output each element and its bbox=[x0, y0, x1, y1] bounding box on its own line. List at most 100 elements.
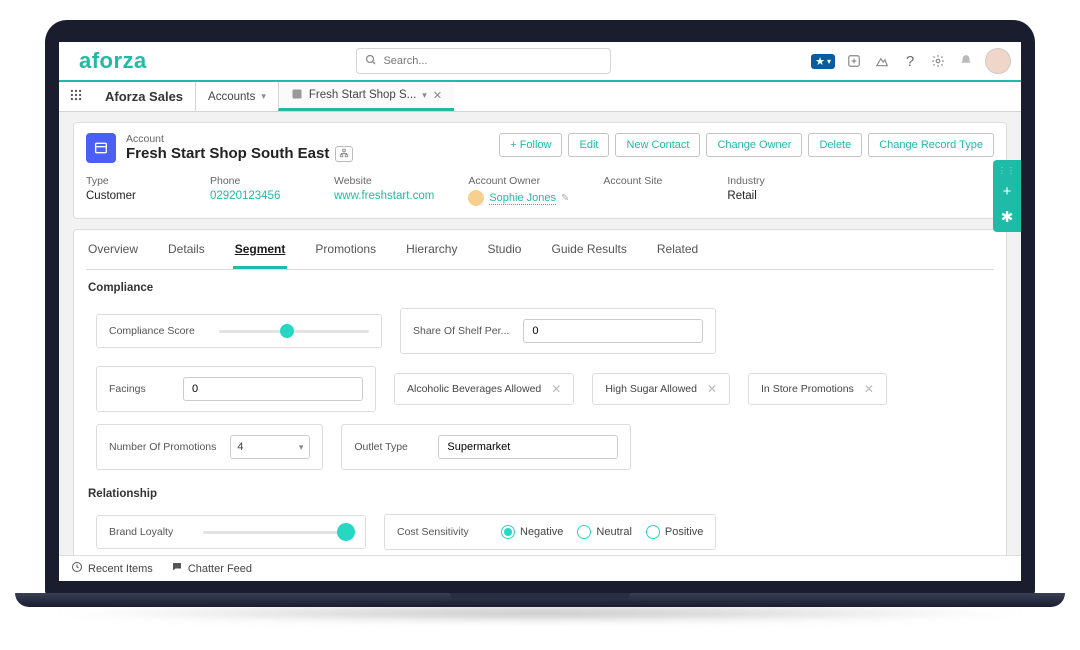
add-segment-icon[interactable]: + bbox=[1003, 183, 1012, 200]
tag-label: Alcoholic Beverages Allowed bbox=[407, 383, 541, 395]
tab-overview[interactable]: Overview bbox=[86, 230, 140, 269]
outlet-type-input[interactable] bbox=[438, 435, 618, 459]
settings-icon[interactable] bbox=[929, 52, 947, 70]
field-value-phone[interactable]: 02920123456 bbox=[210, 190, 300, 202]
field-compliance-score: Compliance Score bbox=[96, 314, 382, 348]
field-brand-loyalty: Brand Loyalty bbox=[96, 515, 366, 549]
field-share-of-shelf: Share Of Shelf Per... bbox=[400, 308, 716, 354]
section-relationship: Relationship bbox=[88, 488, 992, 500]
brand-logo: aforza bbox=[69, 48, 157, 74]
tab-studio[interactable]: Studio bbox=[485, 230, 523, 269]
field-num-promotions: Number Of Promotions 4 ▾ bbox=[96, 424, 323, 470]
field-cost-sensitivity: Cost Sensitivity Negative Neutral Positi… bbox=[384, 514, 716, 550]
chevron-down-icon: ▾ bbox=[261, 91, 266, 102]
field-label: Number Of Promotions bbox=[109, 441, 216, 453]
change-owner-icon[interactable]: ✎ bbox=[561, 193, 569, 204]
account-icon bbox=[86, 133, 116, 163]
field-label: Cost Sensitivity bbox=[397, 526, 487, 538]
utility-bar: Recent Items Chatter Feed bbox=[59, 555, 1021, 581]
object-type-label: Account bbox=[126, 133, 489, 145]
remove-tag-icon[interactable]: ✕ bbox=[707, 382, 717, 396]
tag-label: High Sugar Allowed bbox=[605, 383, 697, 395]
app-name: Aforza Sales bbox=[93, 89, 195, 104]
share-of-shelf-input[interactable] bbox=[523, 319, 703, 343]
recent-items-button[interactable]: Recent Items bbox=[71, 561, 153, 576]
field-label-website: Website bbox=[334, 175, 434, 187]
tab-promotions[interactable]: Promotions bbox=[313, 230, 378, 269]
chevron-down-icon: ▾ bbox=[299, 442, 304, 453]
nav-tabbar: Aforza Sales Accounts ▾ Fresh Start Shop… bbox=[59, 82, 1021, 112]
hierarchy-icon[interactable] bbox=[335, 146, 353, 162]
chevron-down-icon: ▾ bbox=[422, 90, 427, 101]
user-avatar[interactable] bbox=[985, 48, 1011, 74]
drag-handle-icon[interactable]: ⋮⋮ bbox=[998, 166, 1016, 175]
field-label: Brand Loyalty bbox=[109, 526, 189, 538]
field-label-phone: Phone bbox=[210, 175, 300, 187]
tag-in-store-promotions: In Store Promotions ✕ bbox=[748, 373, 887, 405]
chatter-icon bbox=[171, 561, 183, 576]
close-icon[interactable]: ✕ bbox=[433, 89, 442, 102]
select-value: 4 bbox=[237, 441, 243, 453]
field-label-industry: Industry bbox=[727, 175, 817, 187]
field-value-industry: Retail bbox=[727, 190, 817, 202]
tab-hierarchy[interactable]: Hierarchy bbox=[404, 230, 459, 269]
nav-label: Fresh Start Shop S... bbox=[309, 89, 416, 101]
right-utility-rail: ⋮⋮ + ✱ bbox=[993, 160, 1021, 232]
search-icon bbox=[365, 54, 377, 69]
facings-input[interactable] bbox=[183, 377, 363, 401]
clock-icon bbox=[71, 561, 83, 576]
owner-avatar bbox=[468, 190, 484, 206]
tab-segment[interactable]: Segment bbox=[233, 230, 288, 269]
trailhead-icon[interactable] bbox=[873, 52, 891, 70]
change-owner-button[interactable]: Change Owner bbox=[706, 133, 802, 157]
field-label-site: Account Site bbox=[603, 175, 693, 187]
field-label: Outlet Type bbox=[354, 441, 424, 453]
radio-cost-positive[interactable]: Positive bbox=[646, 525, 704, 539]
add-icon[interactable] bbox=[845, 52, 863, 70]
follow-button[interactable]: Follow bbox=[499, 133, 562, 157]
field-facings: Facings bbox=[96, 366, 376, 412]
global-header: aforza Search... ★▾ ? bbox=[59, 42, 1021, 82]
tag-high-sugar: High Sugar Allowed ✕ bbox=[592, 373, 730, 405]
app-launcher-icon[interactable] bbox=[59, 88, 93, 105]
field-label-type: Type bbox=[86, 175, 176, 187]
favorites-button[interactable]: ★▾ bbox=[811, 54, 835, 69]
notifications-icon[interactable] bbox=[957, 52, 975, 70]
remove-tag-icon[interactable]: ✕ bbox=[551, 382, 561, 396]
nav-tab-active[interactable]: Fresh Start Shop S... ▾ ✕ bbox=[278, 82, 454, 111]
tab-related[interactable]: Related bbox=[655, 230, 700, 269]
field-label: Compliance Score bbox=[109, 325, 205, 337]
field-label: Facings bbox=[109, 383, 169, 395]
tag-label: In Store Promotions bbox=[761, 383, 854, 395]
new-contact-button[interactable]: New Contact bbox=[615, 133, 700, 157]
field-outlet-type: Outlet Type bbox=[341, 424, 631, 470]
page-title: Fresh Start Shop South East bbox=[126, 145, 329, 162]
edit-button[interactable]: Edit bbox=[568, 133, 609, 157]
record-icon bbox=[291, 88, 303, 103]
expand-icon[interactable]: ✱ bbox=[1001, 208, 1014, 226]
field-value-website[interactable]: www.freshstart.com bbox=[334, 190, 434, 202]
field-value-type: Customer bbox=[86, 190, 176, 202]
field-label: Share Of Shelf Per... bbox=[413, 325, 509, 337]
owner-link[interactable]: Sophie Jones bbox=[489, 192, 556, 205]
nav-accounts[interactable]: Accounts ▾ bbox=[195, 82, 278, 111]
section-compliance: Compliance bbox=[88, 282, 992, 294]
delete-button[interactable]: Delete bbox=[808, 133, 862, 157]
radio-cost-neutral[interactable]: Neutral bbox=[577, 525, 631, 539]
brand-loyalty-slider[interactable] bbox=[203, 531, 353, 534]
num-promotions-select[interactable]: 4 ▾ bbox=[230, 435, 310, 459]
chatter-feed-button[interactable]: Chatter Feed bbox=[171, 561, 252, 576]
remove-tag-icon[interactable]: ✕ bbox=[864, 382, 874, 396]
field-label-owner: Account Owner bbox=[468, 175, 569, 187]
tag-alcoholic-beverages: Alcoholic Beverages Allowed ✕ bbox=[394, 373, 574, 405]
search-placeholder: Search... bbox=[383, 55, 427, 67]
nav-label: Accounts bbox=[208, 91, 255, 103]
radio-cost-negative[interactable]: Negative bbox=[501, 525, 563, 539]
tab-details[interactable]: Details bbox=[166, 230, 207, 269]
tab-guide-results[interactable]: Guide Results bbox=[549, 230, 628, 269]
help-icon[interactable]: ? bbox=[901, 52, 919, 70]
change-record-type-button[interactable]: Change Record Type bbox=[868, 133, 994, 157]
compliance-score-slider[interactable] bbox=[219, 330, 369, 333]
detail-panel: Overview Details Segment Promotions Hier… bbox=[73, 229, 1007, 555]
global-search[interactable]: Search... bbox=[356, 48, 611, 74]
